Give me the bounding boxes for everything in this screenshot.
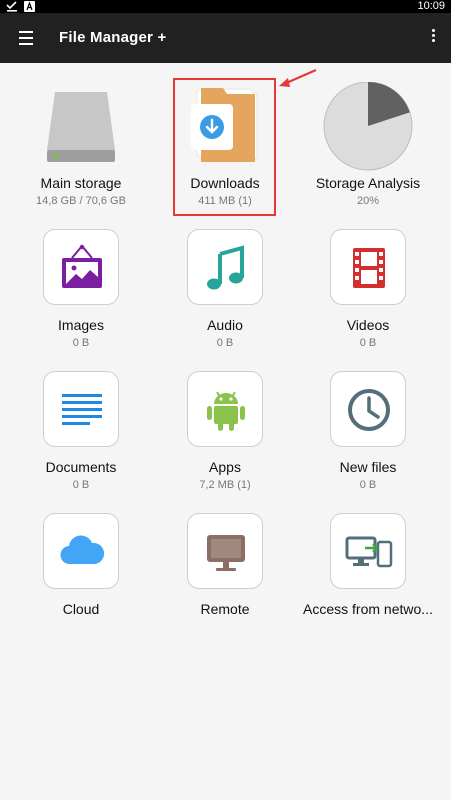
network-access-label: Access from netwo... bbox=[303, 601, 433, 617]
videos-label: Videos bbox=[346, 317, 390, 333]
film-strip-icon bbox=[353, 248, 385, 288]
apps-size: 7,2 MB (1) bbox=[199, 479, 251, 491]
status-time: 10:09 bbox=[417, 0, 445, 12]
cloud-label: Cloud bbox=[62, 601, 100, 617]
videos-size: 0 B bbox=[359, 337, 377, 349]
monitor-icon bbox=[207, 535, 245, 571]
status-bar: 10:09 bbox=[0, 0, 451, 13]
images-size: 0 B bbox=[72, 337, 90, 349]
remote-label: Remote bbox=[200, 601, 250, 617]
menu-icon[interactable] bbox=[14, 27, 38, 49]
cloud-tile[interactable] bbox=[43, 513, 119, 589]
documents-tile[interactable] bbox=[43, 371, 119, 447]
images-label: Images bbox=[58, 317, 104, 333]
hard-drive-icon bbox=[47, 92, 115, 162]
check-icon bbox=[6, 1, 17, 12]
documents-size: 0 B bbox=[72, 479, 90, 491]
audio-tile[interactable] bbox=[187, 229, 263, 305]
remote-tile[interactable] bbox=[187, 513, 263, 589]
app-bar: File Manager + bbox=[0, 13, 451, 63]
main-storage-size: 14,8 GB / 70,6 GB bbox=[36, 195, 126, 207]
new-files-tile[interactable] bbox=[330, 371, 406, 447]
annotation-arrow-icon bbox=[279, 68, 317, 87]
storage-analysis-percent: 20% bbox=[356, 195, 380, 207]
network-access-tile[interactable] bbox=[330, 513, 406, 589]
apps-label: Apps bbox=[209, 459, 241, 475]
clock-icon bbox=[348, 389, 390, 431]
android-icon bbox=[207, 391, 245, 431]
app-title: File Manager + bbox=[59, 29, 167, 46]
main-storage-label: Main storage bbox=[40, 175, 122, 191]
notification-a-icon bbox=[24, 1, 35, 12]
more-options-icon[interactable] bbox=[427, 27, 439, 49]
new-files-size: 0 B bbox=[359, 479, 377, 491]
documents-label: Documents bbox=[45, 459, 117, 475]
images-tile[interactable] bbox=[43, 229, 119, 305]
devices-icon bbox=[345, 536, 393, 568]
image-frame-icon bbox=[62, 244, 102, 288]
document-lines-icon bbox=[62, 394, 102, 425]
audio-label: Audio bbox=[207, 317, 243, 333]
music-note-icon bbox=[207, 245, 244, 290]
apps-tile[interactable] bbox=[187, 371, 263, 447]
storage-analysis-label: Storage Analysis bbox=[315, 175, 421, 191]
downloads-highlight-box bbox=[173, 78, 276, 216]
new-files-label: New files bbox=[339, 459, 397, 475]
audio-size: 0 B bbox=[216, 337, 234, 349]
videos-tile[interactable] bbox=[330, 229, 406, 305]
cloud-icon bbox=[60, 535, 105, 565]
storage-pie-icon bbox=[323, 82, 413, 171]
